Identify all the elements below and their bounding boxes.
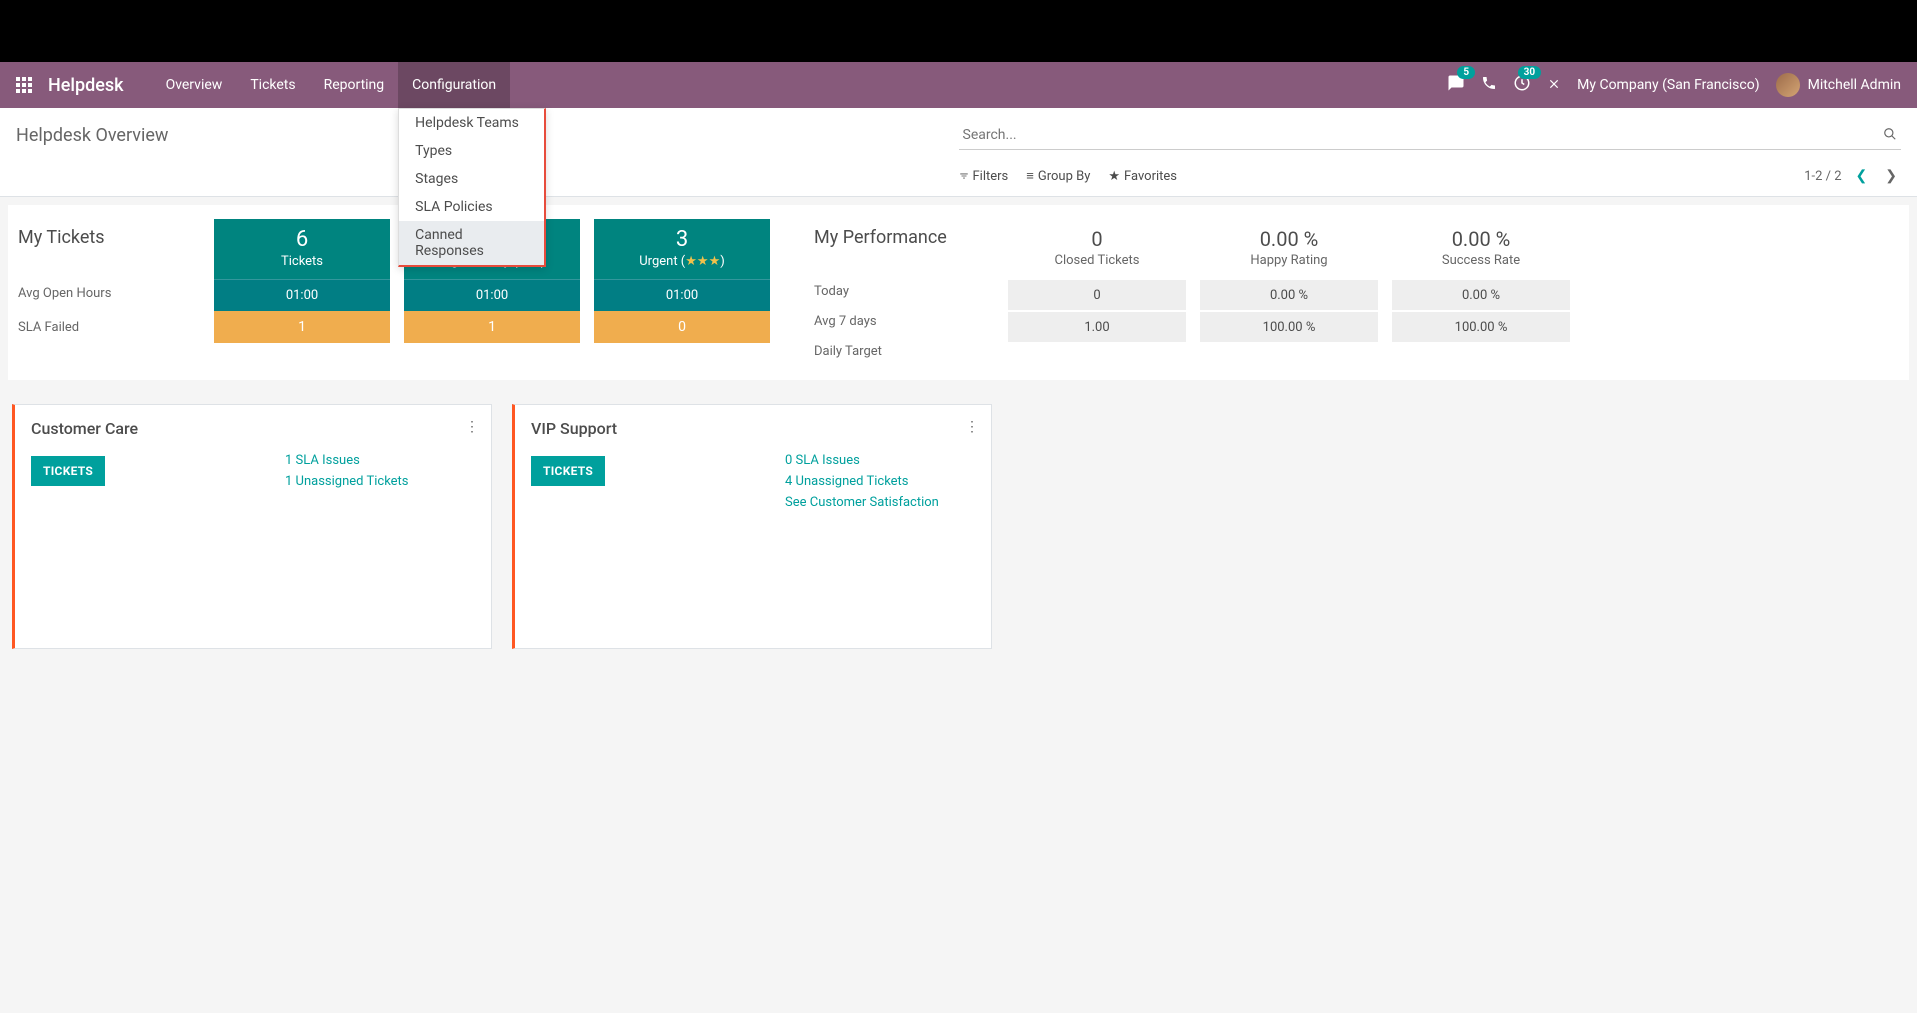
tickets-button[interactable]: TICKETS [531,456,605,486]
nav-tickets[interactable]: Tickets [236,62,309,108]
user-menu[interactable]: Mitchell Admin [1776,73,1901,97]
team-link[interactable]: See Customer Satisfaction [785,495,939,510]
dropdown-sla-policies[interactable]: SLA Policies [399,193,544,221]
kebab-icon[interactable]: ⋮ [465,419,479,435]
chat-icon[interactable]: 5 [1447,74,1465,96]
team-link[interactable]: 1 Unassigned Tickets [285,474,409,489]
filters-button[interactable]: Filters [959,169,1009,184]
phone-icon[interactable] [1481,75,1497,95]
page-title: Helpdesk Overview [16,125,168,146]
team-link[interactable]: 4 Unassigned Tickets [785,474,939,489]
avg7-label: Avg 7 days [814,306,994,336]
my-performance-title: My Performance [814,227,994,248]
tickets-button[interactable]: TICKETS [31,456,105,486]
team-cards: Customer Care ⋮ TICKETS 1 SLA Issues 1 U… [8,404,1909,649]
nav-configuration[interactable]: Configuration Helpdesk Teams Types Stage… [398,62,510,108]
happy-rating-card: 0.00 % Happy Rating 0.00 % 100.00 % [1200,219,1378,366]
nav-reporting[interactable]: Reporting [310,62,399,108]
team-link[interactable]: 0 SLA Issues [785,453,939,468]
browser-black-bar [0,0,1917,62]
pager-prev[interactable]: ❮ [1852,168,1872,184]
close-icon[interactable] [1547,76,1561,95]
success-rate-card: 0.00 % Success Rate 0.00 % 100.00 % [1392,219,1570,366]
group-by-button[interactable]: ≡ Group By [1026,168,1090,184]
team-link[interactable]: 1 SLA Issues [285,453,409,468]
urgent-card[interactable]: 3 Urgent (★★★) 01:00 0 [594,219,770,366]
brand[interactable]: Helpdesk [48,75,124,96]
dropdown-stages[interactable]: Stages [399,165,544,193]
sla-failed-label: SLA Failed [18,310,200,344]
configuration-dropdown: Helpdesk Teams Types Stages SLA Policies… [398,108,546,267]
clock-badge: 30 [1518,66,1541,79]
avg-open-hours-label: Avg Open Hours [18,276,200,310]
apps-icon[interactable] [16,77,32,93]
dropdown-canned-responses[interactable]: Canned Responses [399,221,544,265]
stats-row: My Tickets Avg Open Hours SLA Failed 6 T… [8,205,1909,380]
search-icon[interactable] [1883,127,1897,145]
control-panel: Helpdesk Overview Filters ≡ Group By ★ F… [0,108,1917,197]
pager-next[interactable]: ❯ [1881,168,1901,184]
nav-overview[interactable]: Overview [152,62,237,108]
avatar [1776,73,1800,97]
kebab-icon[interactable]: ⋮ [965,419,979,435]
user-name: Mitchell Admin [1808,77,1901,93]
search-input[interactable] [959,121,1902,150]
closed-tickets-card: 0 Closed Tickets 0 1.00 [1008,219,1186,366]
company-selector[interactable]: My Company (San Francisco) [1577,77,1759,93]
team-vip-support: VIP Support ⋮ TICKETS 0 SLA Issues 4 Una… [512,404,992,649]
my-tickets-title: My Tickets [18,227,200,248]
pager[interactable]: 1-2 / 2 [1804,169,1841,184]
tickets-card[interactable]: 6 Tickets 01:00 1 [214,219,390,366]
favorites-button[interactable]: ★ Favorites [1108,169,1177,184]
today-label: Today [814,276,994,306]
clock-icon[interactable]: 30 [1513,74,1531,96]
chat-badge: 5 [1457,66,1475,79]
target-label: Daily Target [814,336,994,366]
team-customer-care: Customer Care ⋮ TICKETS 1 SLA Issues 1 U… [12,404,492,649]
dashboard: My Tickets Avg Open Hours SLA Failed 6 T… [0,197,1917,657]
top-nav: Helpdesk Overview Tickets Reporting Conf… [0,62,1917,108]
dropdown-types[interactable]: Types [399,137,544,165]
dropdown-helpdesk-teams[interactable]: Helpdesk Teams [399,109,544,137]
